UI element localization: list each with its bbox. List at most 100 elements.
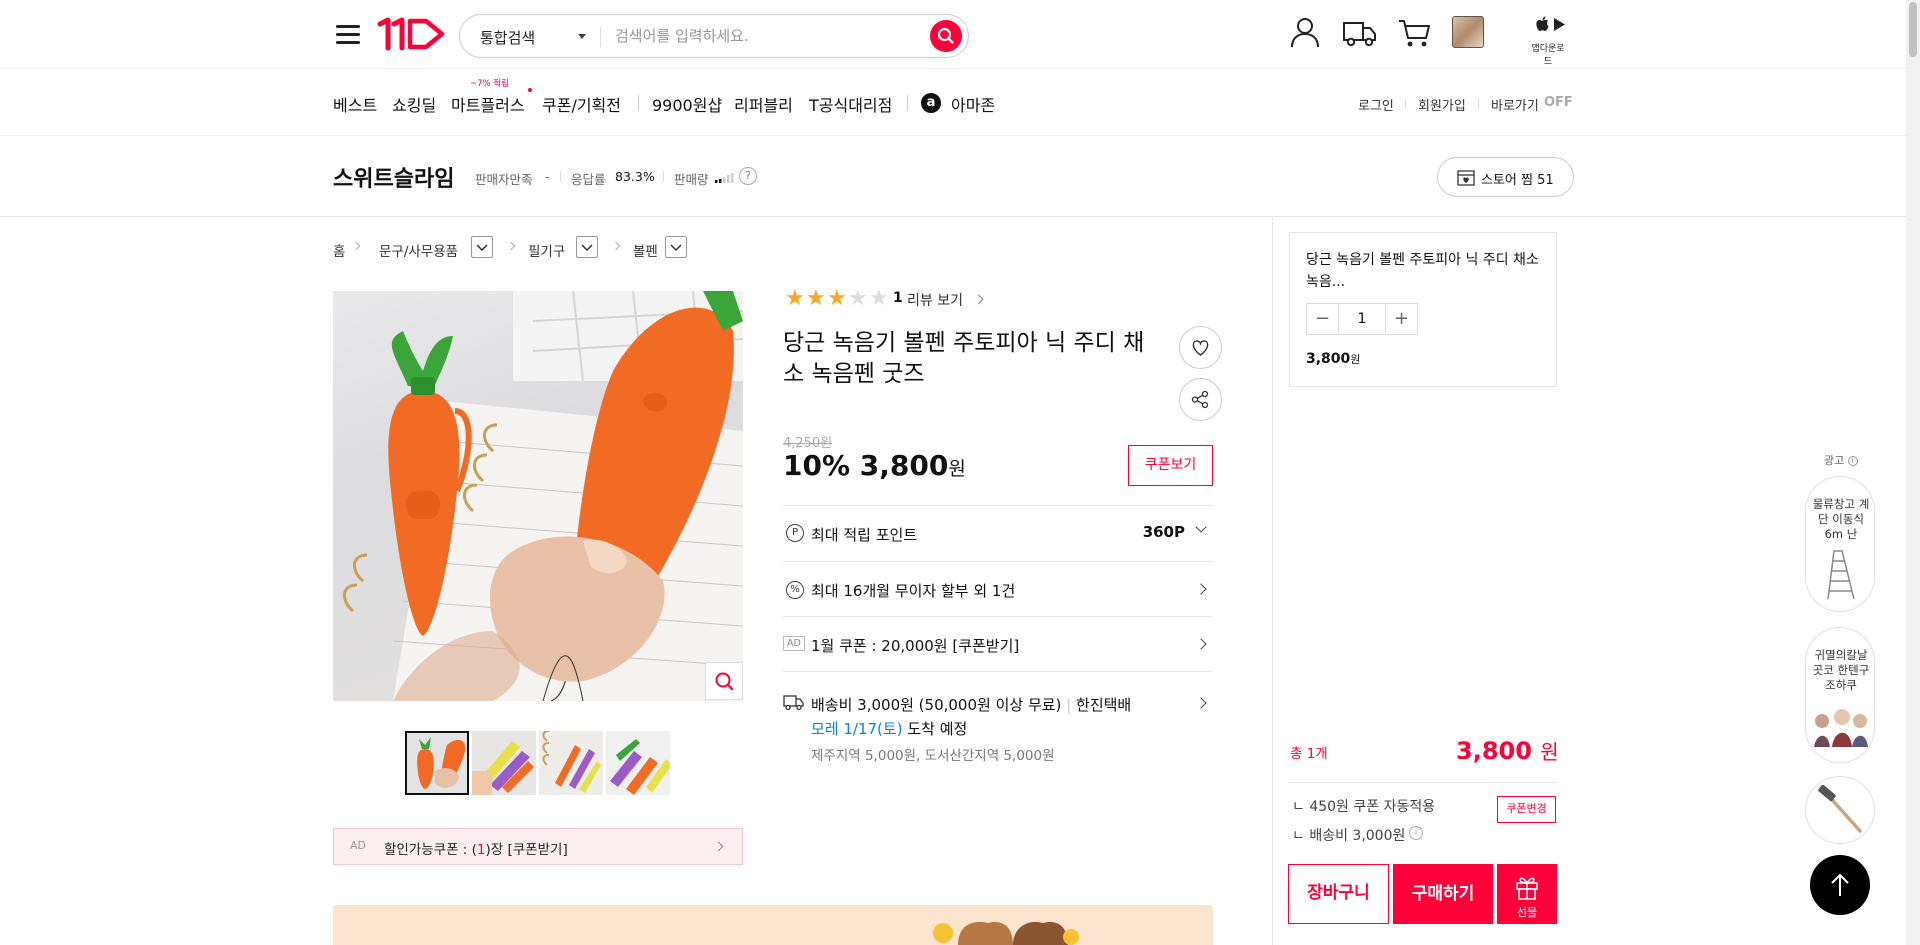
thumbnail-3[interactable] xyxy=(539,731,603,795)
breadcrumb-writing[interactable]: 필기구 xyxy=(528,240,565,260)
shipping-row[interactable]: 배송비 3,000원 (50,000원 이상 무료) | 한진택배 모레 1/1… xyxy=(783,671,1213,776)
breadcrumb-stationery[interactable]: 문구/사무용품 xyxy=(379,240,458,260)
recent-viewed-thumbnail[interactable] xyxy=(1452,16,1484,48)
view-coupon-button[interactable]: 쿠폰보기 xyxy=(1128,445,1213,486)
gnb-shocking-deal[interactable]: 쇼킹딜 xyxy=(392,92,436,116)
installment-label: 최대 16개월 무이자 할부 외 1건 xyxy=(811,582,1016,600)
my-account-icon[interactable] xyxy=(1286,14,1324,52)
chevron-right-icon xyxy=(713,841,724,852)
login-link[interactable]: 로그인 xyxy=(1358,95,1394,114)
seller-name[interactable]: 스위트슬라임 xyxy=(333,161,454,193)
caret-down-icon[interactable] xyxy=(578,34,586,39)
app-download-label[interactable]: 앱다운로드 xyxy=(1528,41,1568,67)
ad-item-tool[interactable] xyxy=(1805,776,1875,844)
point-label: 최대 적립 포인트 xyxy=(811,526,918,544)
point-row[interactable]: P 최대 적립 포인트 360P xyxy=(783,505,1213,561)
app-store-icon[interactable] xyxy=(1530,14,1570,40)
quantity-stepper[interactable]: − 1 + xyxy=(1306,303,1418,335)
info-icon: i xyxy=(1847,456,1858,466)
breadcrumb-dropdown[interactable] xyxy=(665,236,687,258)
hamburger-menu-icon[interactable] xyxy=(334,20,362,48)
chevron-down-icon xyxy=(670,244,682,252)
order-option-box: 당근 녹음기 볼펜 주토피아 닉 주디 채소 녹음... − 1 + 3,800… xyxy=(1289,232,1557,387)
review-link[interactable]: 리뷰 보기 xyxy=(907,290,963,310)
search-category-select[interactable]: 통합검색 xyxy=(480,27,535,48)
shipping-courier: 한진택배 xyxy=(1076,696,1132,714)
gnb-refurbly[interactable]: 리퍼블리 xyxy=(734,92,793,116)
gnb-coupon[interactable]: 쿠폰/기획전 xyxy=(542,92,621,116)
response-rate-label: 응답률 xyxy=(571,172,606,187)
scrollbar[interactable] xyxy=(1906,0,1920,945)
share-button[interactable] xyxy=(1179,378,1222,421)
divider xyxy=(1289,782,1557,783)
qty-value[interactable]: 1 xyxy=(1339,311,1385,327)
scrollbar-thumb[interactable] xyxy=(1909,2,1917,57)
search-button[interactable] xyxy=(930,20,962,52)
chevron-right-icon xyxy=(506,241,516,251)
ad-coupon-row[interactable]: AD 1월 쿠폰 : 20,000원 [쿠폰받기] xyxy=(783,616,1213,671)
coupon-change-button[interactable]: 쿠폰변경 xyxy=(1497,796,1556,823)
product-main-image[interactable] xyxy=(333,291,743,701)
review-count[interactable]: 1 xyxy=(893,290,903,306)
promo-banner[interactable] xyxy=(333,905,1213,945)
divider xyxy=(638,95,639,111)
store-favorite-button[interactable]: 스토어 찜 51 xyxy=(1437,157,1574,197)
point-value: 360P xyxy=(1142,523,1185,541)
ad-item-figure[interactable]: 귀멸의칼날 곳코 한텐구 조하쿠 xyxy=(1805,627,1875,763)
price-value: 3,800 xyxy=(859,449,949,482)
thumbnail-2[interactable] xyxy=(472,731,536,795)
ladder-image xyxy=(1827,550,1855,600)
qty-minus-button[interactable]: − xyxy=(1307,304,1339,334)
shortcut-off-toggle[interactable]: OFF xyxy=(1544,95,1573,110)
ad-label: 광고 i xyxy=(1824,452,1858,468)
wishlist-button[interactable] xyxy=(1179,326,1222,369)
buy-now-button[interactable]: 구매하기 xyxy=(1393,864,1493,924)
search-input[interactable] xyxy=(615,23,915,49)
breadcrumb-dropdown[interactable] xyxy=(471,236,493,258)
add-to-cart-button[interactable]: 장바구니 xyxy=(1288,864,1389,924)
info-icon[interactable]: i xyxy=(1409,826,1423,840)
signup-link[interactable]: 회원가입 xyxy=(1418,95,1466,114)
help-icon[interactable]: ? xyxy=(739,167,757,185)
qty-plus-button[interactable]: + xyxy=(1385,304,1417,334)
gnb-9900-shop[interactable]: 9900원샵 xyxy=(652,92,722,116)
sale-price: 10% 3,800원 xyxy=(783,449,966,482)
thumbnail-1[interactable] xyxy=(405,731,469,795)
coupon-strip[interactable]: AD 할인가능쿠폰 : (1)장 [쿠폰받기] xyxy=(333,828,743,865)
shipping-truck-icon xyxy=(783,695,804,711)
seller-bar: 스위트슬라임 판매자만족 - 응답률 83.3% 판매량 ? 스토어 찜 51 xyxy=(0,136,1920,217)
gnb-t-official[interactable]: T공식대리점 xyxy=(809,92,892,116)
chevron-down-icon xyxy=(1195,521,1207,533)
breadcrumb-dropdown[interactable] xyxy=(576,236,598,258)
ad-item-ladder[interactable]: 물류창고 계단 이동식 6m 난 xyxy=(1805,476,1875,612)
cart-icon[interactable] xyxy=(1396,14,1434,52)
chevron-down-icon xyxy=(581,244,593,252)
breadcrumb-home[interactable]: 홈 xyxy=(333,240,345,260)
ad-item-text: 물류창고 계단 이동식 6m 난 xyxy=(1812,497,1870,541)
chevron-right-icon xyxy=(1195,697,1207,709)
zoom-button[interactable] xyxy=(705,662,743,700)
delivery-truck-icon[interactable] xyxy=(1341,14,1379,52)
shipping-eta: 모레 1/17(토) 도착 예정 xyxy=(811,720,968,738)
ad-badge: AD xyxy=(350,839,366,852)
ad-item-text: 귀멸의칼날 곳코 한텐구 조하쿠 xyxy=(1812,648,1870,692)
thumbnail-4[interactable] xyxy=(606,731,670,795)
magnifier-icon xyxy=(715,672,734,691)
shipping-remote-fee: 제주지역 5,000원, 도서산간지역 5,000원 xyxy=(811,748,1055,764)
gnb-mart-plus[interactable]: 마트플러스 xyxy=(451,92,525,116)
11st-logo[interactable] xyxy=(376,16,448,52)
seller-satisfaction-value: - xyxy=(545,169,550,184)
amazon-icon[interactable]: a xyxy=(921,93,941,113)
chevron-down-icon xyxy=(476,244,488,252)
breadcrumb-ballpen[interactable]: 볼펜 xyxy=(633,240,658,260)
column-divider xyxy=(1272,217,1273,945)
gnb-best[interactable]: 베스트 xyxy=(333,92,377,116)
ad-badge: AD xyxy=(783,636,805,651)
accrual-badge: ~7% 적립 xyxy=(470,79,509,89)
gnb-amazon[interactable]: 아마존 xyxy=(951,92,995,116)
scroll-to-top-button[interactable] xyxy=(1810,855,1870,915)
installment-row[interactable]: % 최대 16개월 무이자 할부 외 1건 xyxy=(783,561,1213,616)
shortcut-link[interactable]: 바로가기 xyxy=(1491,95,1539,114)
shipping-fee: 배송비 3,000원 (50,000원 이상 무료) | 한진택배 xyxy=(811,696,1132,714)
gift-button[interactable]: 선물 xyxy=(1497,864,1557,924)
